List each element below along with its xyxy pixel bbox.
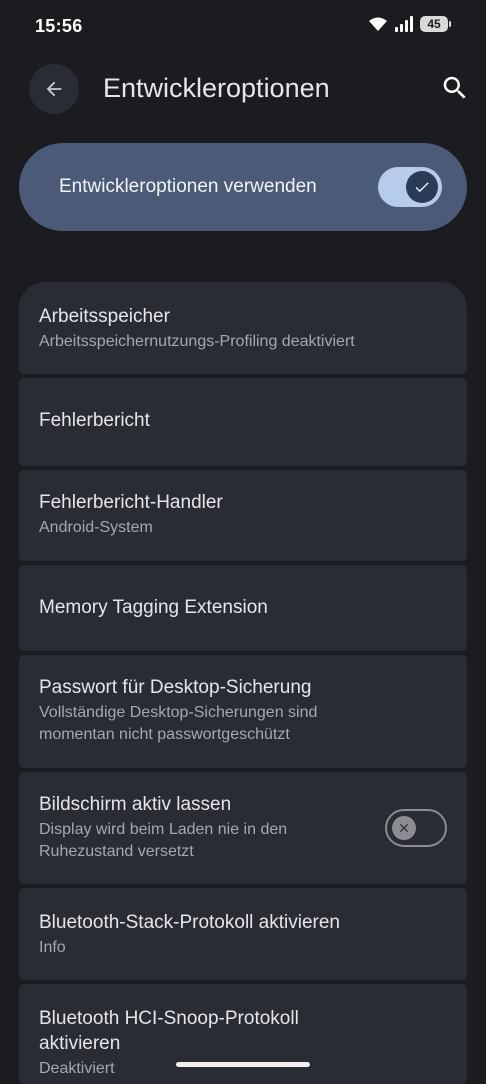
setting-bug-report-handler[interactable]: Fehlerbericht-Handler Android-System	[19, 470, 467, 561]
title-line: aktivieren	[39, 1033, 121, 1054]
setting-subtitle: Arbeitsspeichernutzungs-Profiling deakti…	[39, 333, 355, 350]
page-title: Entwickleroptionen	[103, 73, 330, 103]
setting-title: Passwort für Desktop-Sicherung	[39, 677, 312, 698]
wifi-icon	[369, 17, 387, 31]
setting-title: Bluetooth HCI-Snoop-Protokoll aktivieren	[39, 1006, 467, 1056]
setting-desktop-backup-password[interactable]: Passwort für Desktop-Sicherung Vollständ…	[19, 655, 467, 768]
setting-bluetooth-hci-snoop[interactable]: Bluetooth HCI-Snoop-Protokoll aktivieren…	[19, 984, 467, 1084]
battery-tip	[449, 21, 451, 27]
subtitle-line: momentan nicht passwortgeschützt	[39, 726, 290, 743]
setting-memory-tagging[interactable]: Memory Tagging Extension	[19, 565, 467, 651]
setting-subtitle: Android-System	[39, 519, 153, 536]
setting-bug-report[interactable]: Fehlerbericht	[19, 378, 467, 466]
signal-icon	[395, 16, 413, 32]
setting-subtitle: Info	[39, 939, 66, 956]
check-icon	[415, 182, 429, 193]
setting-subtitle: Vollständige Desktop-Sicherungen sind mo…	[39, 702, 467, 746]
subtitle-line: Vollständige Desktop-Sicherungen sind	[39, 704, 318, 721]
status-bar: 15:56 45	[0, 0, 486, 56]
stay-awake-switch[interactable]	[385, 809, 447, 847]
switch-thumb	[392, 816, 416, 840]
back-button[interactable]	[29, 64, 79, 114]
status-time: 15:56	[35, 16, 83, 36]
search-icon	[443, 76, 466, 99]
battery-icon: 45	[420, 16, 448, 32]
master-toggle-label: Entwickleroptionen verwenden	[59, 176, 317, 197]
setting-memory[interactable]: Arbeitsspeicher Arbeitsspeichernutzungs-…	[19, 282, 467, 374]
title-line: Bluetooth HCI-Snoop-Protokoll	[39, 1008, 299, 1029]
developer-options-master-toggle[interactable]: Entwickleroptionen verwenden	[19, 143, 467, 231]
close-icon	[399, 823, 409, 833]
home-indicator[interactable]	[176, 1062, 310, 1067]
search-button[interactable]	[440, 73, 470, 103]
setting-stay-awake[interactable]: Bildschirm aktiv lassen Display wird bei…	[19, 772, 467, 884]
setting-title: Memory Tagging Extension	[39, 597, 268, 618]
setting-title: Arbeitsspeicher	[39, 306, 170, 327]
status-icons: 45	[368, 16, 451, 32]
arrow-back-icon	[46, 81, 62, 97]
setting-title: Fehlerbericht-Handler	[39, 492, 223, 513]
setting-title: Fehlerbericht	[39, 410, 150, 431]
switch-thumb	[406, 171, 438, 203]
setting-bluetooth-stack-log[interactable]: Bluetooth-Stack-Protokoll aktivieren Inf…	[19, 888, 467, 980]
master-switch[interactable]	[378, 167, 442, 207]
setting-title: Bluetooth-Stack-Protokoll aktivieren	[39, 912, 340, 933]
top-app-bar: Entwickleroptionen	[0, 62, 486, 116]
